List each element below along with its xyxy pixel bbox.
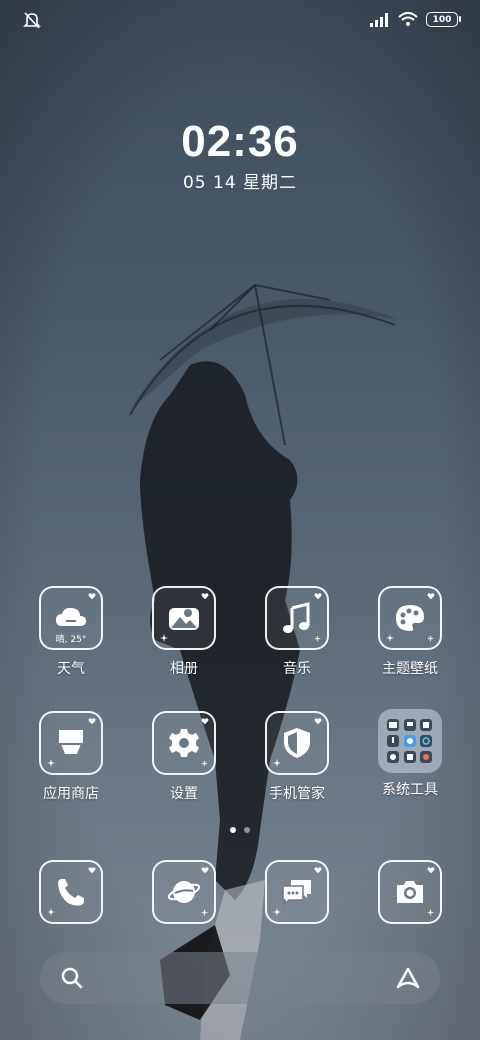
assistant-icon[interactable]	[394, 966, 422, 994]
app-label: 应用商店	[43, 786, 99, 802]
app-label: 音乐	[283, 661, 311, 677]
clock-widget[interactable]: 02:36 05 14 星期二	[0, 117, 480, 194]
folder-app-icon	[403, 719, 416, 731]
signal-icon	[370, 12, 388, 27]
gear-icon	[152, 711, 216, 775]
app-weather[interactable]: 晴, 25° 天气	[26, 586, 116, 678]
folder-app-icon	[420, 735, 433, 747]
messages-icon	[265, 860, 329, 924]
folder-app-icon	[387, 735, 399, 747]
dock-phone[interactable]	[26, 860, 116, 924]
weather-icon: 晴, 25°	[39, 586, 103, 650]
folder-app-icon	[403, 751, 416, 763]
app-label: 天气	[57, 661, 85, 677]
folder-icon	[378, 709, 442, 773]
app-security[interactable]: 手机管家	[252, 711, 342, 803]
search-icon[interactable]	[60, 966, 84, 994]
camera-icon	[378, 860, 442, 924]
dock-camera[interactable]	[365, 860, 455, 924]
app-label: 相册	[170, 661, 198, 677]
app-label: 系统工具	[382, 782, 438, 798]
app-label: 手机管家	[269, 786, 325, 802]
folder-app-icon	[403, 735, 416, 747]
mute-icon	[22, 10, 42, 34]
palette-icon	[378, 586, 442, 650]
app-settings[interactable]: 设置	[139, 711, 229, 803]
app-music[interactable]: 音乐	[252, 586, 342, 678]
clock-date: 05 14 星期二	[182, 173, 298, 193]
app-themes[interactable]: 主题壁纸	[365, 586, 455, 678]
app-label: 设置	[170, 786, 198, 802]
page-dot[interactable]	[230, 827, 236, 833]
status-bar: 100	[0, 0, 480, 40]
folder-app-icon	[387, 719, 399, 731]
battery-level: 100	[432, 14, 452, 25]
folder-app-icon	[420, 719, 433, 731]
phone-icon	[39, 860, 103, 924]
dock-browser[interactable]	[139, 860, 229, 924]
app-folder-system-tools[interactable]: 系统工具	[365, 709, 455, 799]
shield-icon	[265, 711, 329, 775]
wifi-icon	[398, 12, 418, 26]
browser-icon	[152, 860, 216, 924]
battery-icon: 100	[426, 12, 461, 27]
music-note-icon	[265, 586, 329, 650]
page-dot[interactable]	[244, 827, 250, 833]
clock-time: 02:36	[181, 117, 299, 166]
app-store[interactable]: 应用商店	[26, 711, 116, 803]
folder-app-icon	[387, 751, 399, 763]
search-bar[interactable]	[40, 952, 440, 1004]
app-gallery[interactable]: 相册	[139, 586, 229, 678]
gallery-icon	[152, 586, 216, 650]
folder-app-icon	[420, 751, 433, 763]
weather-condition: 晴, 25°	[55, 635, 87, 645]
page-indicator[interactable]	[0, 827, 480, 833]
app-label: 主题壁纸	[382, 661, 438, 677]
dock-messages[interactable]	[252, 860, 342, 924]
store-icon	[39, 711, 103, 775]
